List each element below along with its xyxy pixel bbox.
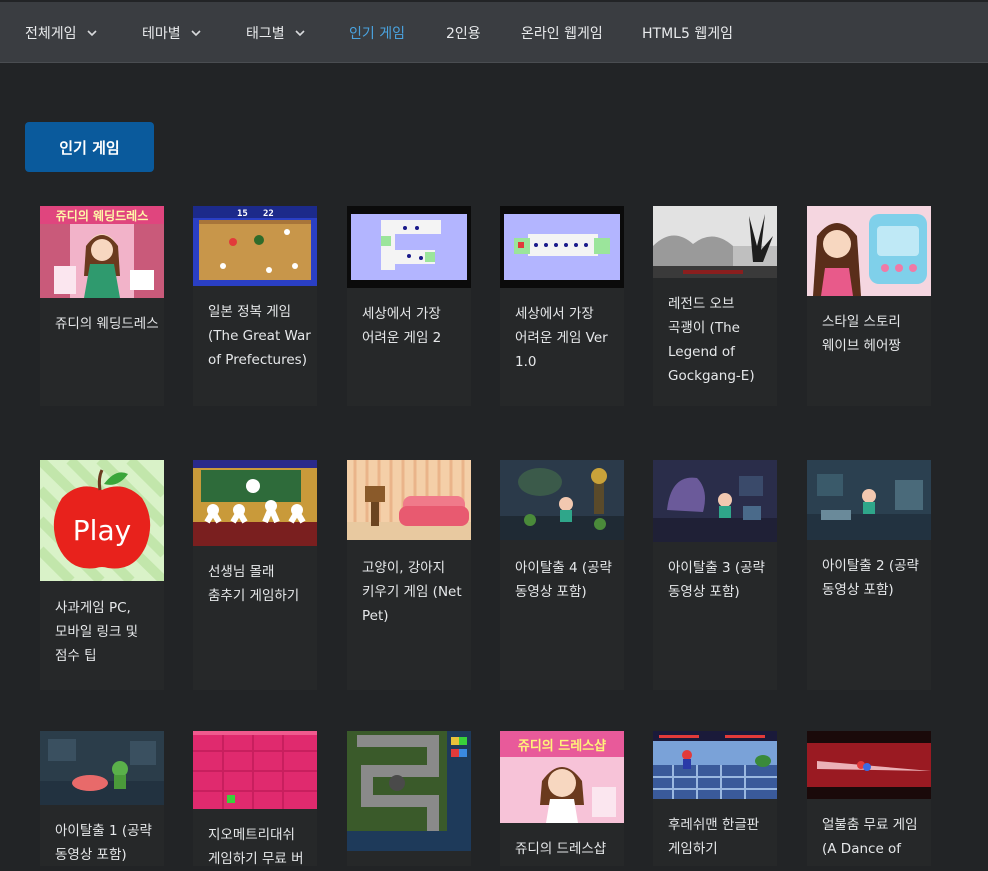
nav-all-games[interactable]: 전체게임 [25,23,99,43]
nav-label: 전체게임 [25,26,77,42]
game-title[interactable]: 쥬디의 웨딩드레스 [55,312,159,336]
game-card[interactable]: 레전드 오브 곡괭이 (The Legend of Gockgang-E) [653,206,777,406]
game-title[interactable]: 후레쉬맨 한글판 게임하기 [668,813,772,861]
thumbnail-play-text: Play [73,514,131,547]
japan-map-thumbnail[interactable]: 15 22 [193,206,317,286]
game-title[interactable]: 세상에서 가장 어려운 게임 2 [362,302,466,350]
game-title[interactable]: 고양이, 강아지 키우기 게임 (Net Pet) [362,556,466,628]
popular-games-button[interactable]: 인기 게임 [25,122,154,172]
game-title[interactable]: 아이탈출 4 (공략 동영상 포함) [515,556,619,604]
game-title[interactable]: 쥬디의 드레스샵 [515,837,619,861]
game-card[interactable]: 스타일 스토리 웨이브 헤어짱 [807,206,931,406]
game-card[interactable]: Play 사과게임 PC, 모바일 링크 및 점수 팁 [40,460,164,690]
nav-two-player[interactable]: 2인용 [446,23,481,43]
game-card[interactable]: 아이탈출 3 (공략 동영상 포함) [653,460,777,690]
dance-of-fire-thumbnail[interactable] [807,731,931,799]
nav-popular-games[interactable]: 인기 게임 [349,23,405,43]
game-title[interactable]: 아이탈출 3 (공략 동영상 포함) [668,556,772,604]
game-title[interactable]: 레전드 오브 곡괭이 (The Legend of Gockgang-E) [668,292,772,388]
dress-shop-thumbnail[interactable]: 쥬디의 드레스샵 [500,731,624,823]
escape-3-thumbnail[interactable] [653,460,777,542]
svg-text:22: 22 [263,209,274,219]
game-title[interactable]: 세상에서 가장 어려운 게임 Ver 1.0 [515,302,619,374]
game-card[interactable]: 세상에서 가장 어려운 게임 2 [347,206,471,406]
apple-play-thumbnail[interactable]: Play [40,460,164,581]
nav-by-theme[interactable]: 테마별 [142,23,203,43]
silhouette-forest-thumbnail[interactable] [653,206,777,278]
flashman-thumbnail[interactable] [653,731,777,799]
game-card[interactable] [347,731,471,866]
escape-4-thumbnail[interactable] [500,460,624,540]
game-title[interactable]: 사과게임 PC, 모바일 링크 및 점수 팁 [55,596,159,668]
game-card[interactable]: 아이탈출 4 (공략 동영상 포함) [500,460,624,690]
game-title[interactable]: 얼불춤 무료 게임 (A Dance of [822,813,926,861]
nav-label: 인기 게임 [349,26,405,42]
hardest-game-1-thumbnail[interactable] [500,206,624,288]
game-card[interactable]: 고양이, 강아지 키우기 게임 (Net Pet) [347,460,471,690]
nav-label: HTML5 웹게임 [642,26,733,42]
game-title[interactable]: 스타일 스토리 웨이브 헤어짱 [822,310,926,358]
game-card[interactable]: 후레쉬맨 한글판 게임하기 [653,731,777,866]
game-card[interactable]: 선생님 몰래 춤추기 게임하기 [193,460,317,690]
tower-defense-thumbnail[interactable] [347,731,471,851]
game-card[interactable]: 15 22 일본 정복 게임 (The Great War of Prefect… [193,206,317,406]
svg-text:15: 15 [237,209,248,219]
nav-by-tag[interactable]: 태그별 [246,23,307,43]
top-navigation-bar: 전체게임 테마별 태그별 인기 게임 2인용 온라인 웹게임 HTML5 웹게임 [0,2,988,63]
nav-html5-web-games[interactable]: HTML5 웹게임 [642,23,733,43]
game-card[interactable]: 쥬디의 드레스샵 쥬디의 드레스샵 [500,731,624,866]
nav-online-web-games[interactable]: 온라인 웹게임 [521,23,603,43]
chevron-down-icon [85,26,99,40]
game-title[interactable]: 일본 정복 게임 (The Great War of Prefectures) [208,300,312,372]
thumbnail-logo-text: 쥬디의 웨딩드레스 [56,208,149,223]
game-title[interactable]: 지오메트리대쉬 게임하기 무료 버 [208,823,312,871]
escape-1-thumbnail[interactable] [40,731,164,805]
game-card[interactable]: 쥬디의 웨딩드레스 쥬디의 웨딩드레스 [40,206,164,406]
geometry-dash-thumbnail[interactable] [193,731,317,809]
game-card[interactable]: 아이탈출 2 (공략 동영상 포함) [807,460,931,690]
nav-label: 태그별 [246,26,285,42]
nav-label: 온라인 웹게임 [521,26,603,42]
chevron-down-icon [293,26,307,40]
nav-label: 2인용 [446,26,481,42]
game-card[interactable]: 얼불춤 무료 게임 (A Dance of [807,731,931,866]
thumbnail-logo-text: 쥬디의 드레스샵 [518,738,606,754]
classroom-dance-thumbnail[interactable] [193,460,317,546]
hair-salon-thumbnail[interactable] [807,206,931,296]
wedding-dress-thumbnail[interactable]: 쥬디의 웨딩드레스 [40,206,164,298]
chevron-down-icon [189,26,203,40]
game-title[interactable]: 선생님 몰래 춤추기 게임하기 [208,560,312,608]
game-card[interactable]: 세상에서 가장 어려운 게임 Ver 1.0 [500,206,624,406]
game-card[interactable]: 아이탈출 1 (공략 동영상 포함) [40,731,164,866]
game-title[interactable]: 아이탈출 1 (공략 동영상 포함) [55,819,159,867]
game-card[interactable]: 지오메트리대쉬 게임하기 무료 버 [193,731,317,867]
pet-room-thumbnail[interactable] [347,460,471,540]
escape-2-thumbnail[interactable] [807,460,931,540]
hardest-game-2-thumbnail[interactable] [347,206,471,288]
game-title[interactable]: 아이탈출 2 (공략 동영상 포함) [822,554,926,602]
nav-label: 테마별 [142,26,181,42]
